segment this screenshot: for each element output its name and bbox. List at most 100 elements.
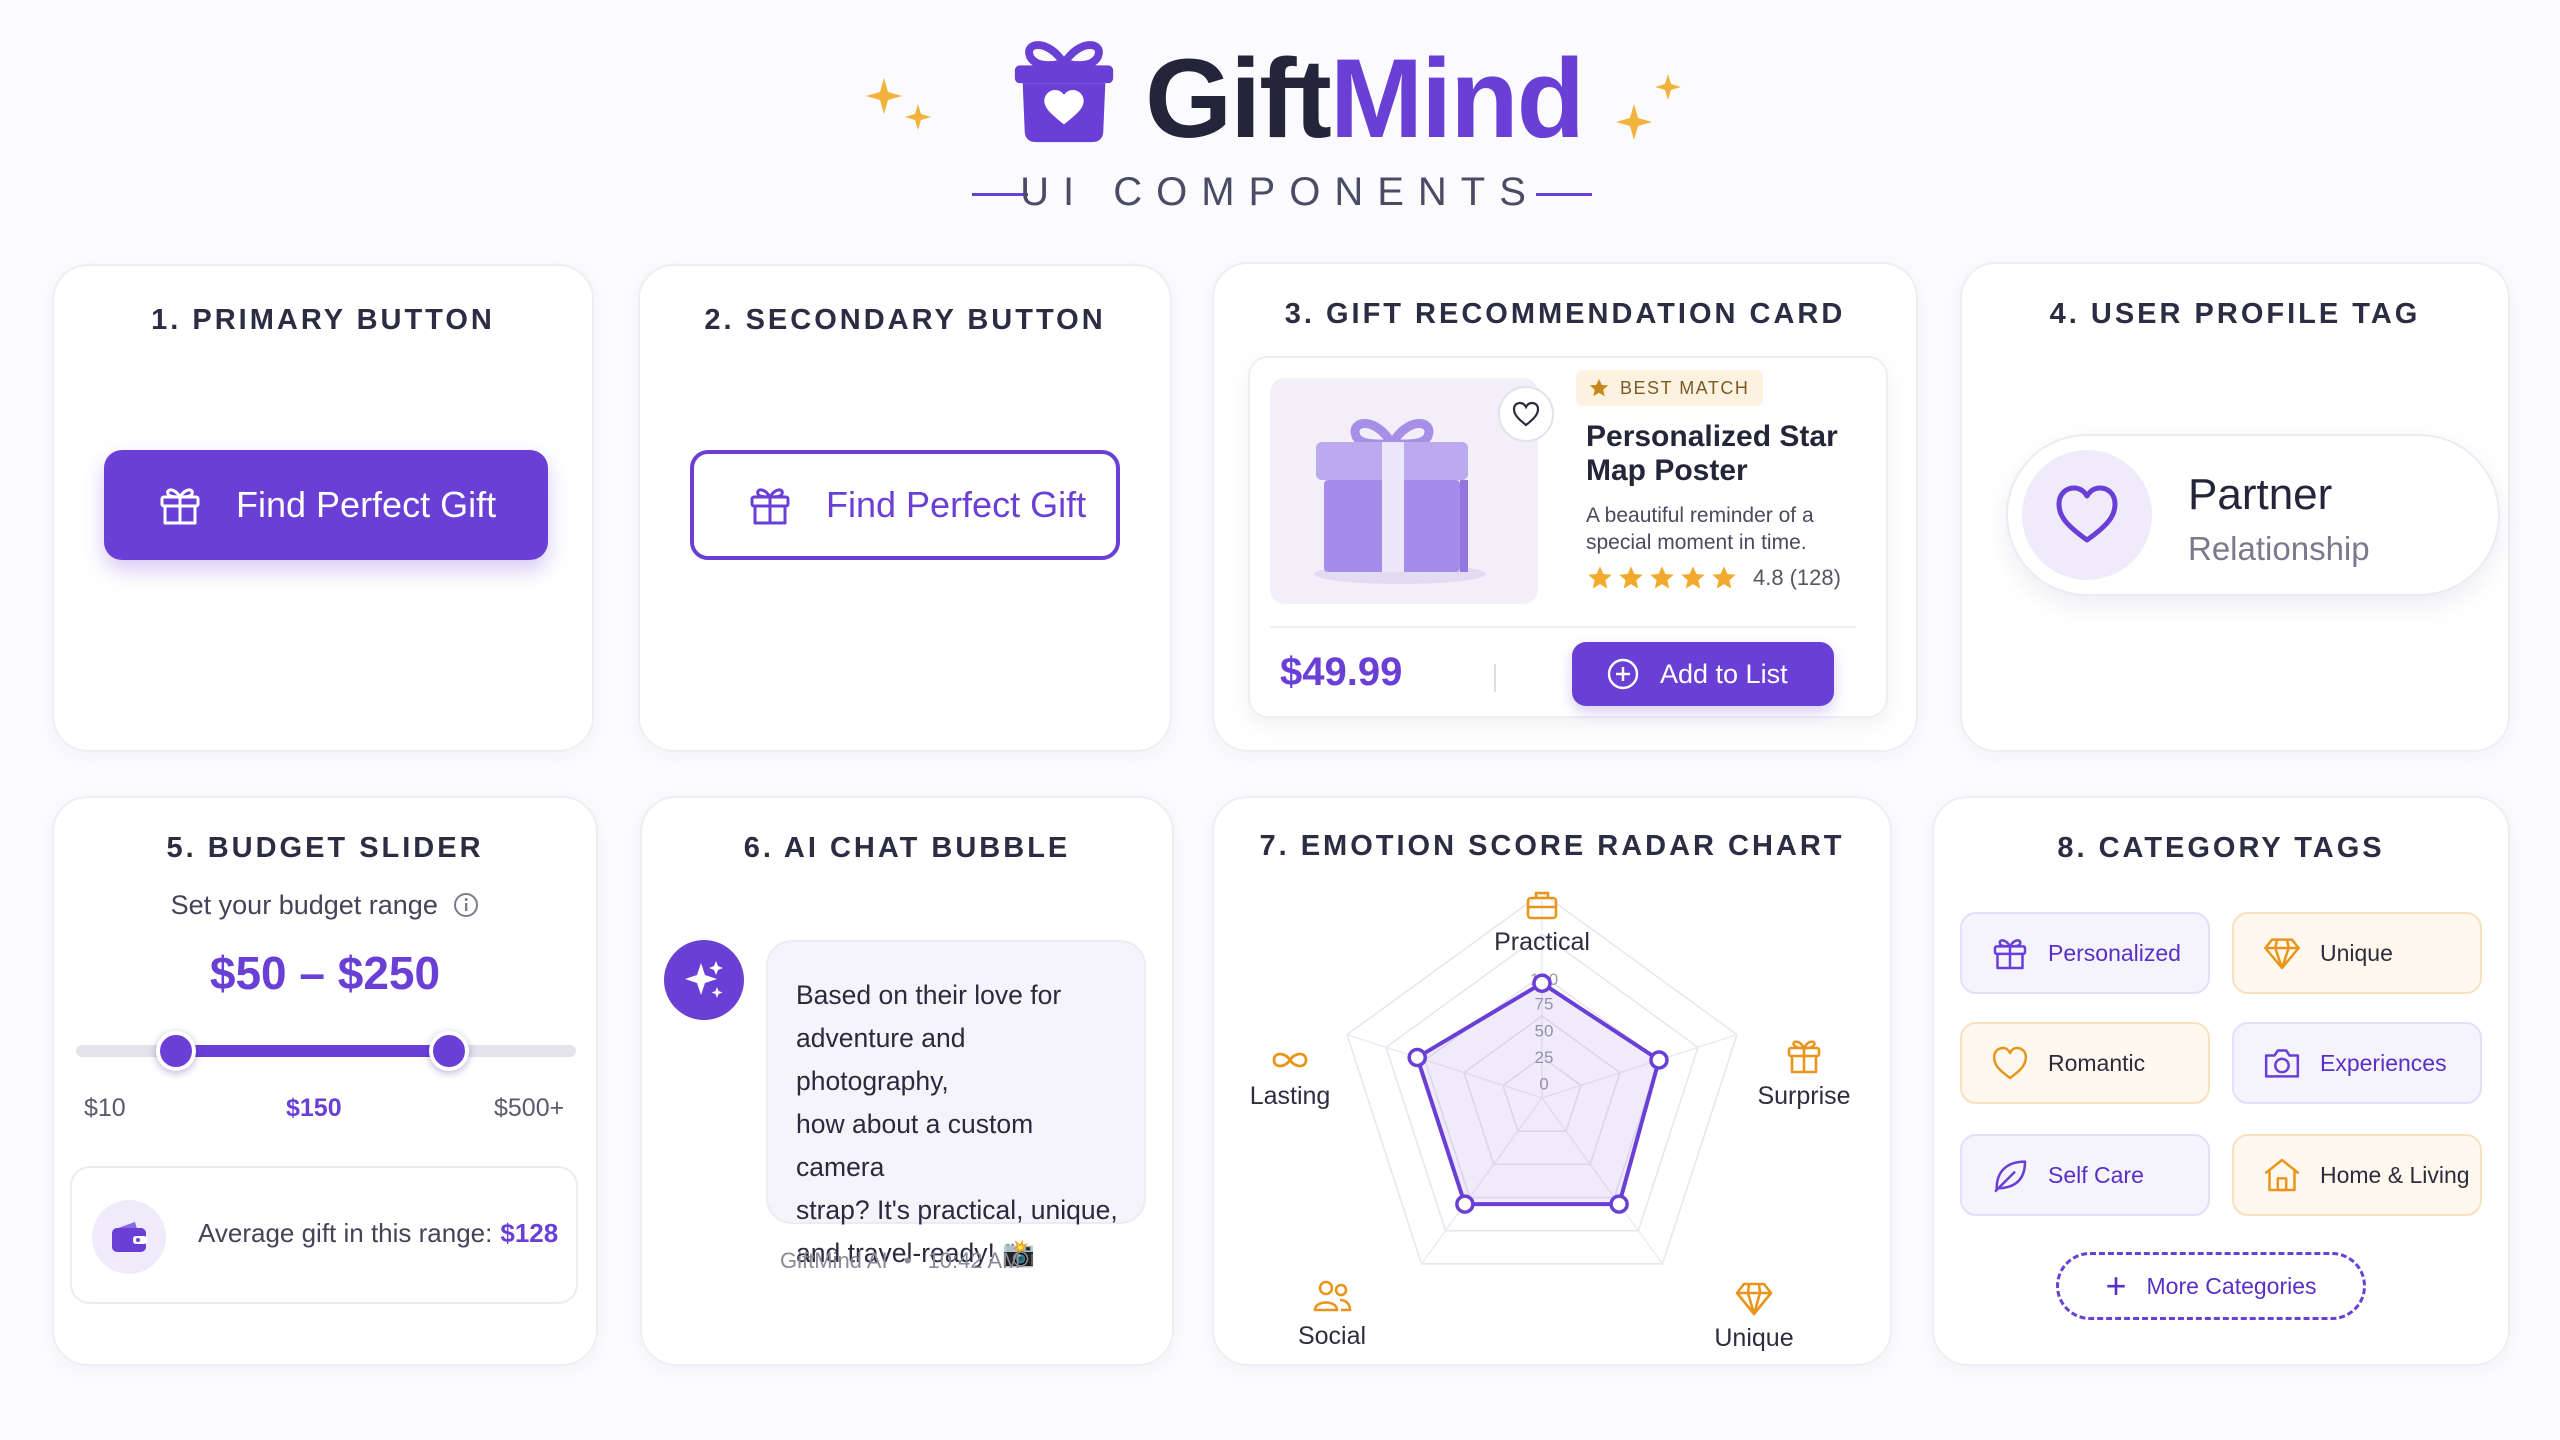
product-image [1270,378,1554,604]
card-title: 2. SECONDARY BUTTON [704,304,1106,336]
card-title: 8. CATEGORY TAGS [2057,832,2385,864]
chat-line: adventure and photography, [796,1023,966,1096]
tag-label: Self Care [2048,1161,2144,1188]
tag-unique[interactable]: Unique [2232,912,2482,994]
header: GiftMind UI COMPONENTS [0,0,2560,240]
chat-line: how about a custom camera [796,1109,1034,1182]
star-icon [1712,566,1736,589]
budget-label: Set your budget range [54,890,596,921]
ai-avatar [664,940,744,1020]
gift-icon [1993,939,2027,970]
find-gift-primary-button[interactable]: Find Perfect Gift [104,450,548,560]
tag-experiences[interactable]: Experiences [2232,1022,2482,1104]
chat-line: Based on their love for [796,980,1062,1010]
chat-bubble: Based on their love for adventure and ph… [766,940,1146,1268]
gift-icon [750,488,790,525]
brand-mind: Mind [1329,36,1585,161]
card-title: 1. PRIMARY BUTTON [151,304,495,336]
product-price: $49.99 [1280,650,1403,694]
find-gift-secondary-button[interactable]: Find Perfect Gift [690,450,1120,560]
heart-icon [1992,1046,2028,1080]
profile-tag[interactable]: Partner Relationship [2006,434,2500,596]
card-title: 6. AI CHAT BUBBLE [743,832,1071,864]
radar-data-point [1407,1047,1427,1068]
radar-data-point [1609,1194,1629,1214]
radar-axis-label: Practical [1494,928,1590,956]
people-icon [1313,1280,1352,1312]
card-secondary-button: 2. SECONDARY BUTTON Find Perfect Gift [638,264,1172,752]
tag-label: Unique [2320,939,2393,966]
favorite-button[interactable] [1498,386,1554,442]
card-ai-chat-bubble: 6. AI CHAT BUBBLE Based on their love fo… [640,796,1174,1366]
star-rating: 4.8 (128) [1586,564,1841,592]
slider-max-label: $500+ [494,1094,565,1122]
chat-time: 10:42 AM [927,1248,1021,1273]
infinity-icon [1272,1052,1308,1068]
card-gift-recommendation: 3. GIFT RECOMMENDATION CARD BEST MATCH P [1212,262,1918,752]
button-label: Find Perfect Gift [826,484,1087,525]
best-match-badge: BEST MATCH [1576,370,1764,406]
card-category-tags: 8. CATEGORY TAGS Personalized Unique Rom… [1932,796,2510,1366]
star-icon [1619,566,1643,589]
slider-track[interactable] [76,1045,576,1057]
badge-label: BEST MATCH [1620,377,1750,398]
chat-meta-separator: • [903,1248,912,1273]
sparkle-icon [685,961,723,998]
profile-relationship: Relationship [2188,530,2370,567]
radar-data-polygon [1415,981,1661,1207]
more-categories-label: More Categories [2146,1272,2317,1299]
logo-gift-icon [1014,41,1114,143]
tag-label: Experiences [2320,1049,2447,1076]
slider-thumb-min[interactable] [156,1031,196,1071]
profile-name: Partner [2188,470,2333,519]
budget-label-text: Set your budget range [170,890,438,920]
tag-personalized[interactable]: Personalized [1960,912,2210,994]
product-title: Personalized Star Map Poster [1586,420,1838,487]
radar-data-point [1455,1194,1475,1214]
product-description: A beautiful reminder of a special moment… [1586,504,1814,554]
tag-self-care[interactable]: Self Care [1960,1134,2210,1216]
more-categories-button[interactable]: + More Categories [2056,1252,2366,1320]
radar-chart: 0255075100PracticalSurpriseUniqueSocialL… [1250,891,1851,1352]
slider-min-label: $10 [84,1094,126,1122]
card-title: 4. USER PROFILE TAG [2049,298,2421,330]
plus-icon: + [2105,1265,2127,1306]
slider-thumb-max[interactable] [428,1031,469,1071]
chat-sender: GiftMind AI [780,1248,888,1273]
leaf-icon [1994,1160,2027,1193]
average-gift-box: Average gift in this range: $128 [70,1166,578,1304]
plus-circle-icon [1607,658,1639,690]
card-title: 3. GIFT RECOMMENDATION CARD [1284,298,1846,330]
add-button-label: Add to List [1660,658,1788,689]
average-gift-value: $128 [500,1218,559,1248]
wallet-icon [112,1222,147,1252]
info-icon[interactable] [453,892,479,918]
rating-value: 4.8 [1753,565,1784,590]
star-icon [1650,566,1674,589]
brand-logo-text: GiftMind [1145,34,1585,164]
slider-mid-label: $150 [286,1094,342,1122]
radar-data-point [1649,1050,1669,1070]
card-budget-slider: 5. BUDGET SLIDER Set your budget range $… [52,796,598,1366]
radar-axis-label: Social [1298,1322,1366,1350]
chat-line: strap? It's practical, unique, [796,1195,1118,1225]
tag-home-living[interactable]: Home & Living [2232,1134,2482,1216]
radar-axis-label: Surprise [1757,1082,1850,1110]
slider-fill [176,1045,449,1057]
button-label: Find Perfect Gift [236,484,497,525]
star-icon [1589,378,1609,397]
wallet-icon-badge [92,1200,166,1274]
radar-data-point [1532,973,1552,993]
heart-icon [2056,485,2118,543]
tag-label: Home & Living [2320,1161,2470,1188]
heart-outline-icon [1512,401,1540,427]
tag-romantic[interactable]: Romantic [1960,1022,2210,1104]
recommendation-card[interactable]: BEST MATCH Personalized Star Map Poster … [1248,356,1888,718]
camera-icon [2264,1049,2300,1078]
card-primary-button: 1. PRIMARY BUTTON Find Perfect Gift [52,264,594,752]
brand-gift: Gift [1145,36,1332,161]
average-gift-text: Average gift in this range: $128 [198,1218,558,1249]
card-user-profile-tag: 4. USER PROFILE TAG Partner Relationship [1960,262,2510,752]
add-to-list-button[interactable]: Add to List [1572,642,1834,706]
radar-axis-label: Lasting [1250,1082,1331,1110]
